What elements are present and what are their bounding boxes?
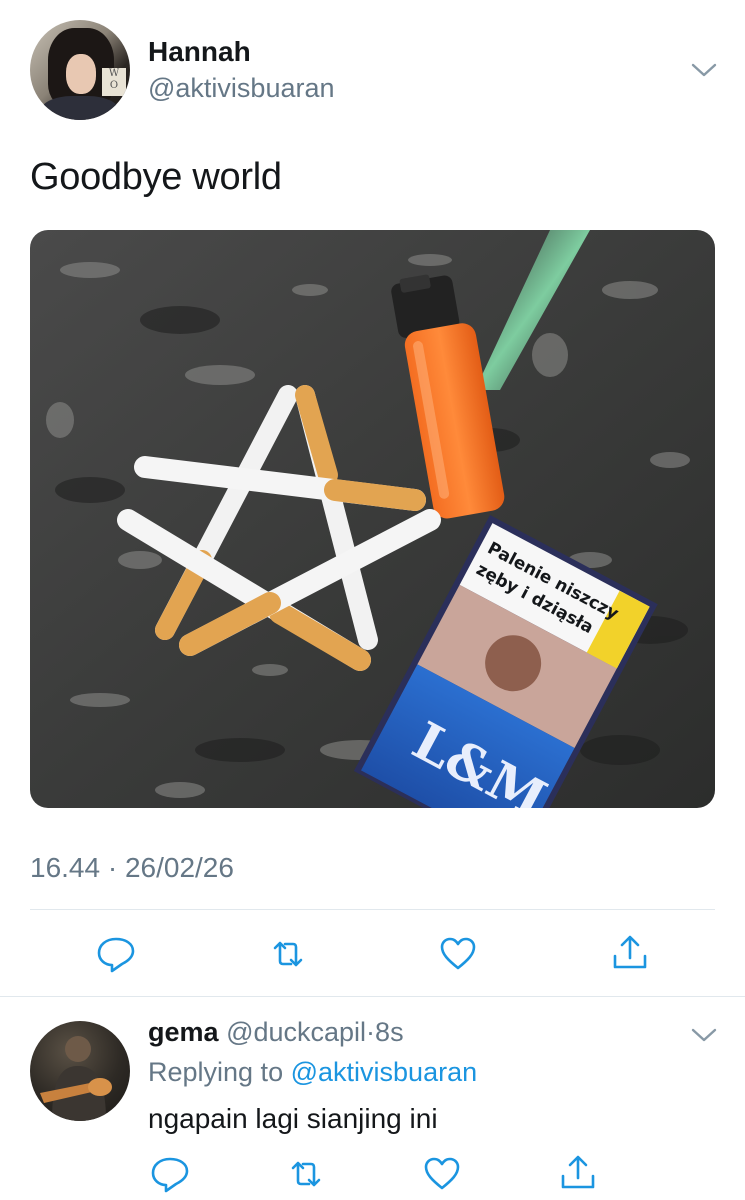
tweet-media-image[interactable]: Palenie niszczy zęby i dziąsła L&M [30, 230, 715, 808]
reply-header: gema @duckcapil·8s [148, 1017, 404, 1048]
reply-text: ngapain lagi sianjing ini [148, 1103, 438, 1134]
photo-cigarettes-lighter: Palenie niszczy zęby i dziąsła L&M [30, 230, 715, 808]
reply-icon[interactable] [96, 934, 136, 974]
retweet-icon[interactable] [268, 934, 308, 974]
author-handle[interactable]: @aktivisbuaran [148, 73, 335, 104]
avatar-photo-guitarist [40, 1036, 112, 1121]
reply-handle[interactable]: @duckcapil [226, 1017, 366, 1047]
replying-handle-link[interactable]: @aktivisbuaran [291, 1057, 478, 1087]
reply-tweet[interactable]: gema @duckcapil·8s Replying to @aktivisb… [0, 997, 745, 1200]
chevron-down-icon[interactable] [691, 1027, 717, 1043]
reply-time: 8s [375, 1017, 404, 1047]
reply-icon[interactable] [150, 1154, 190, 1194]
author-avatar[interactable]: WO [30, 20, 130, 120]
retweet-icon[interactable] [286, 1154, 326, 1194]
chevron-down-icon[interactable] [691, 62, 717, 78]
reply-author-avatar[interactable] [30, 1021, 130, 1121]
reply-separator: · [366, 1017, 376, 1047]
replying-to: Replying to @aktivisbuaran [148, 1057, 477, 1088]
tweet-text: Goodbye world [30, 156, 282, 198]
heart-icon[interactable] [422, 1154, 462, 1194]
reply-display-name[interactable]: gema [148, 1017, 219, 1047]
divider [30, 909, 715, 910]
share-icon[interactable] [610, 932, 650, 972]
heart-icon[interactable] [438, 934, 478, 974]
replying-prefix: Replying to [148, 1057, 284, 1087]
share-icon[interactable] [558, 1152, 598, 1192]
tweet-timestamp[interactable]: 16.44 · 26/02/26 [30, 852, 234, 884]
tweet: WO Hannah @aktivisbuaran Goodbye world P… [0, 0, 745, 995]
author-display-name[interactable]: Hannah [148, 36, 251, 68]
